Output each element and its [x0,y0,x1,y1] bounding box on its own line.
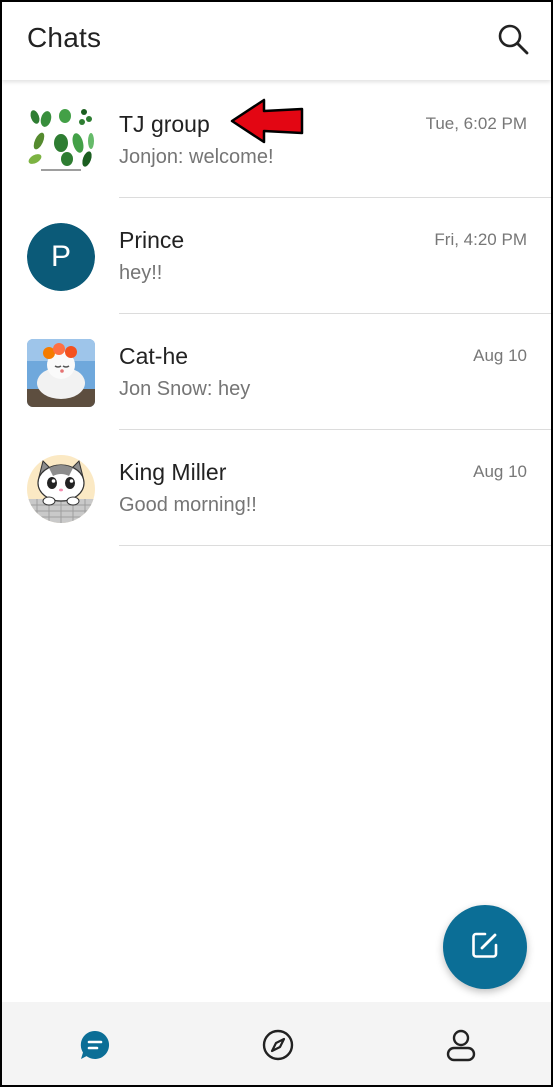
group-avatar-leaves [27,107,95,175]
chat-row-cat-he[interactable]: Cat-he Aug 10 Jon Snow: hey [2,314,551,430]
chat-preview: Jonjon: welcome! [119,146,274,168]
chat-preview: Jon Snow: hey [119,378,251,400]
chat-name: Cat-he [119,343,189,369]
chat-time: Aug 10 [473,462,527,481]
chat-time: Aug 10 [473,346,527,365]
search-icon[interactable] [496,22,530,56]
page-title: Chats [27,22,102,53]
chat-name: TJ group [119,111,210,137]
chat-name: Prince [119,227,185,253]
divider [119,545,551,546]
chat-name: King Miller [119,459,227,485]
phone-screen: Chats TJ group Tue, 6:02 PM Jonjon: welc… [0,0,553,1087]
chat-row-tj-group[interactable]: TJ group Tue, 6:02 PM Jonjon: welcome! [2,82,551,198]
red-arrow-icon [228,96,306,146]
cartoon-cat-avatar [27,455,95,523]
bottom-navigation [2,1002,551,1085]
person-icon[interactable] [444,1028,478,1062]
cat-photo-avatar [27,339,95,407]
app-header: Chats [2,2,551,80]
chat-preview: hey!! [119,262,163,284]
compose-icon [468,928,502,967]
chat-time: Tue, 6:02 PM [425,114,527,133]
new-chat-button[interactable] [443,905,527,989]
avatar-letter: P [27,223,95,291]
chat-time: Fri, 4:20 PM [434,230,527,249]
chat-list: TJ group Tue, 6:02 PM Jonjon: welcome! P… [2,82,551,546]
chat-row-prince[interactable]: P Prince Fri, 4:20 PM hey!! [2,198,551,314]
chat-preview: Good morning!! [119,494,257,516]
avatar: P [27,223,95,291]
chat-bubble-icon[interactable] [78,1028,112,1062]
chat-row-king-miller[interactable]: King Miller Aug 10 Good morning!! [2,430,551,546]
compass-icon[interactable] [261,1028,295,1062]
